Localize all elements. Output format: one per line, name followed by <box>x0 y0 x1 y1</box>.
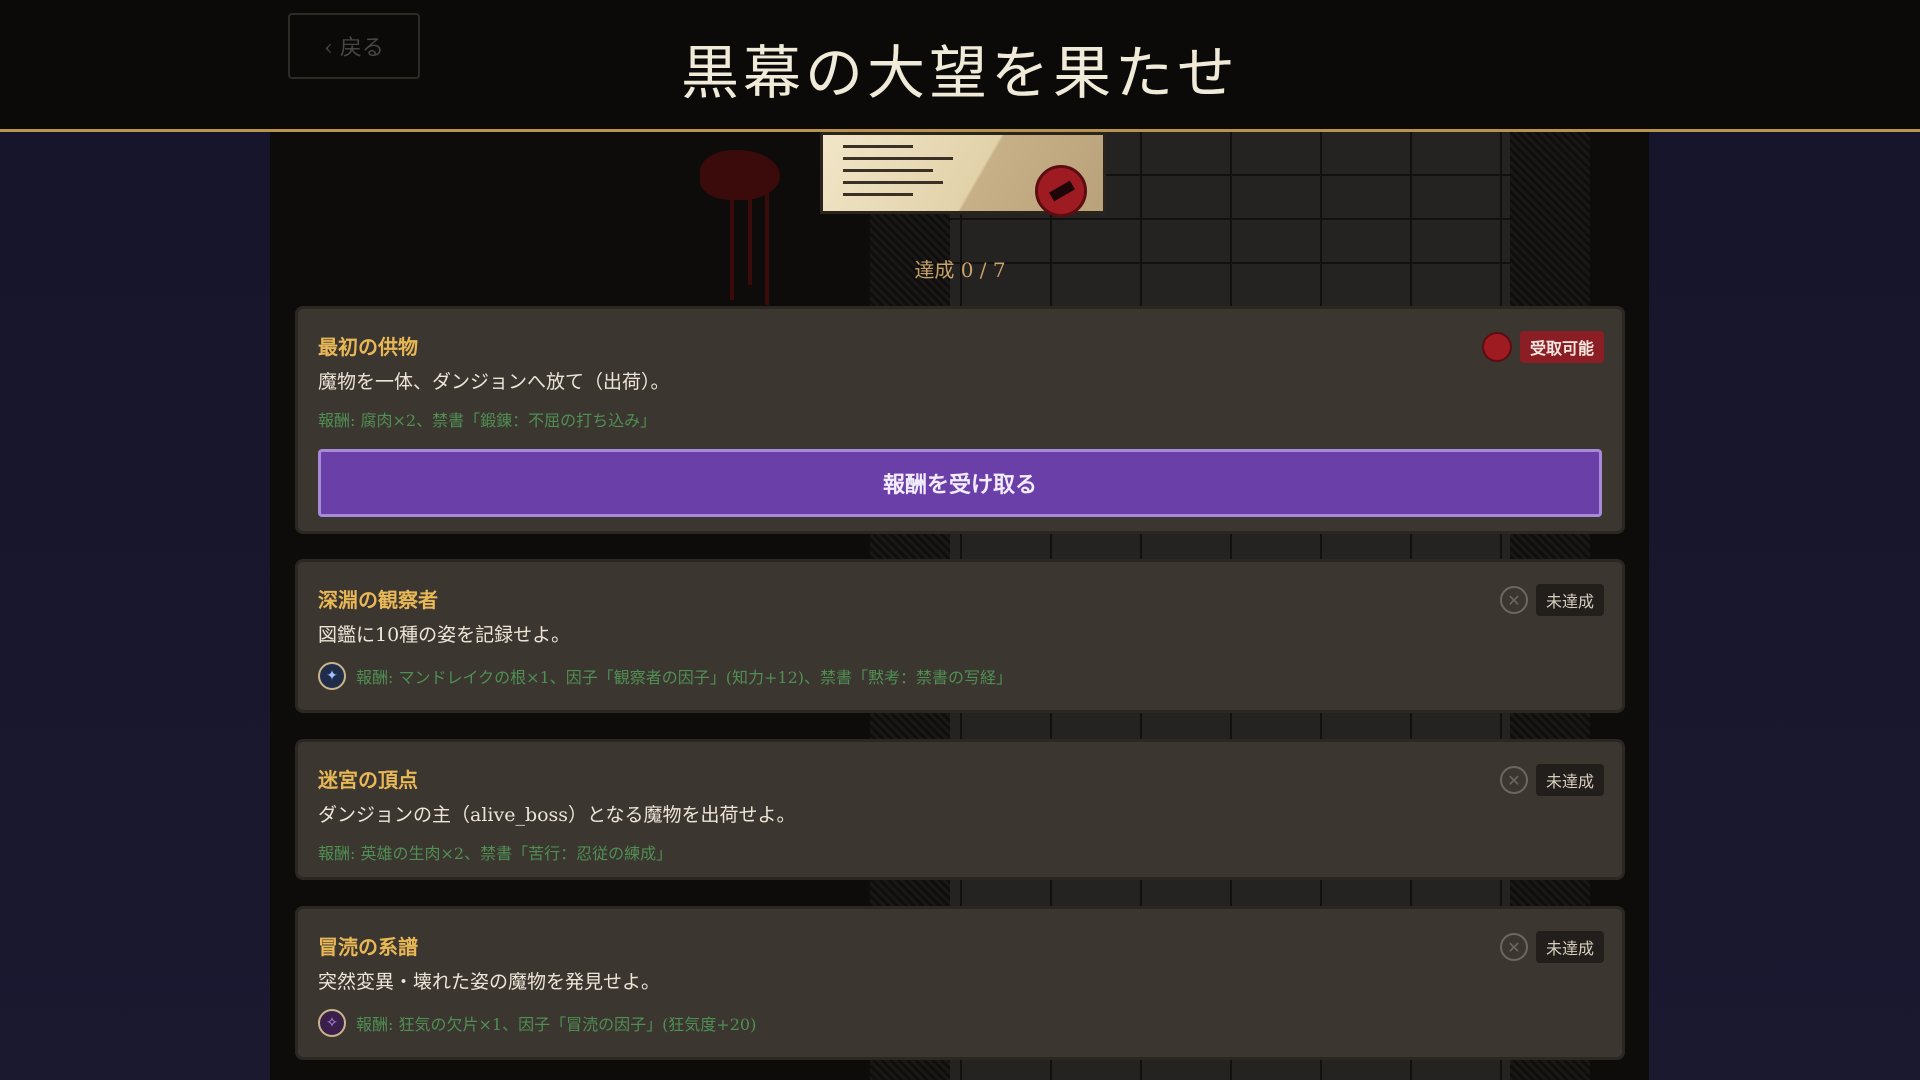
quest-status: ✕ 未達成 <box>1499 931 1604 963</box>
quest-scroll-illustration <box>820 132 1106 217</box>
quest-title: 迷宮の頂点 <box>318 768 418 792</box>
quest-title: 深淵の観察者 <box>318 588 438 612</box>
status-badge: 未達成 <box>1535 764 1604 796</box>
header: ‹ 戻る 黒幕の大望を果たせ <box>0 0 1920 132</box>
quest-reward: ✦ 報酬: マンドレイクの根×1、因子「観察者の因子」(知力+12)、禁書「黙考… <box>318 662 1012 690</box>
close-circle-icon: ✕ <box>1499 933 1528 961</box>
left-backdrop <box>0 0 270 1080</box>
blood-drip <box>730 190 734 300</box>
quest-reward: ✧ 報酬: 狂気の欠片×1、因子「冒涜の因子」(狂気度+20) <box>318 1009 756 1037</box>
quest-card: 最初の供物 受取可能 魔物を一体、ダンジョンへ放て（出荷）。 報酬: 腐肉×2、… <box>295 306 1625 534</box>
blood-drip <box>765 185 769 305</box>
quest-card: 深淵の観察者 ✕ 未達成 図鑑に10種の姿を記録せよ。 ✦ 報酬: マンドレイク… <box>295 559 1625 713</box>
quest-description: ダンジョンの主（alive_boss）となる魔物を出荷せよ。 <box>318 804 796 826</box>
achievement-progress: 達成 0 / 7 <box>914 258 1006 282</box>
status-badge: 受取可能 <box>1519 331 1604 363</box>
quest-status: ✕ 未達成 <box>1499 584 1604 616</box>
wax-seal-icon <box>1035 165 1087 217</box>
quest-title: 最初の供物 <box>318 335 418 359</box>
claim-reward-button[interactable]: 報酬を受け取る <box>318 449 1602 517</box>
page-title: 黒幕の大望を果たせ <box>680 39 1239 107</box>
status-badge: 未達成 <box>1535 584 1604 616</box>
quest-reward-text: 報酬: 腐肉×2、禁書「鍛錬：不屈の打ち込み」 <box>318 411 657 430</box>
quest-status: ✕ 未達成 <box>1499 764 1604 796</box>
quest-description: 図鑑に10種の姿を記録せよ。 <box>318 624 571 646</box>
madness-orb-icon: ✧ <box>318 1009 346 1037</box>
quest-reward-text: 報酬: 英雄の生肉×2、禁書「苦行：忍従の練成」 <box>318 844 673 863</box>
quest-description: 突然変異・壊れた姿の魔物を発見せよ。 <box>318 971 661 993</box>
wax-seal-icon <box>1481 332 1512 362</box>
quest-title: 冒涜の系譜 <box>318 935 418 959</box>
eye-orb-icon: ✦ <box>318 662 346 690</box>
quest-status: 受取可能 <box>1481 331 1604 363</box>
claim-reward-label: 報酬を受け取る <box>882 472 1037 498</box>
close-circle-icon: ✕ <box>1499 766 1528 794</box>
right-backdrop <box>1649 0 1920 1080</box>
quest-description: 魔物を一体、ダンジョンへ放て（出荷）。 <box>318 371 670 393</box>
quest-card: 冒涜の系譜 ✕ 未達成 突然変異・壊れた姿の魔物を発見せよ。 ✧ 報酬: 狂気の… <box>295 906 1625 1060</box>
close-circle-icon: ✕ <box>1499 586 1528 614</box>
quest-card: 迷宮の頂点 ✕ 未達成 ダンジョンの主（alive_boss）となる魔物を出荷せ… <box>295 739 1625 880</box>
quest-reward-text: 報酬: マンドレイクの根×1、因子「観察者の因子」(知力+12)、禁書「黙考：禁… <box>356 668 1012 687</box>
quest-reward: 報酬: 腐肉×2、禁書「鍛錬：不屈の打ち込み」 <box>318 407 656 431</box>
status-badge: 未達成 <box>1535 931 1604 963</box>
quest-reward-text: 報酬: 狂気の欠片×1、因子「冒涜の因子」(狂気度+20) <box>356 1015 757 1034</box>
quest-reward: 報酬: 英雄の生肉×2、禁書「苦行：忍従の練成」 <box>318 840 672 864</box>
